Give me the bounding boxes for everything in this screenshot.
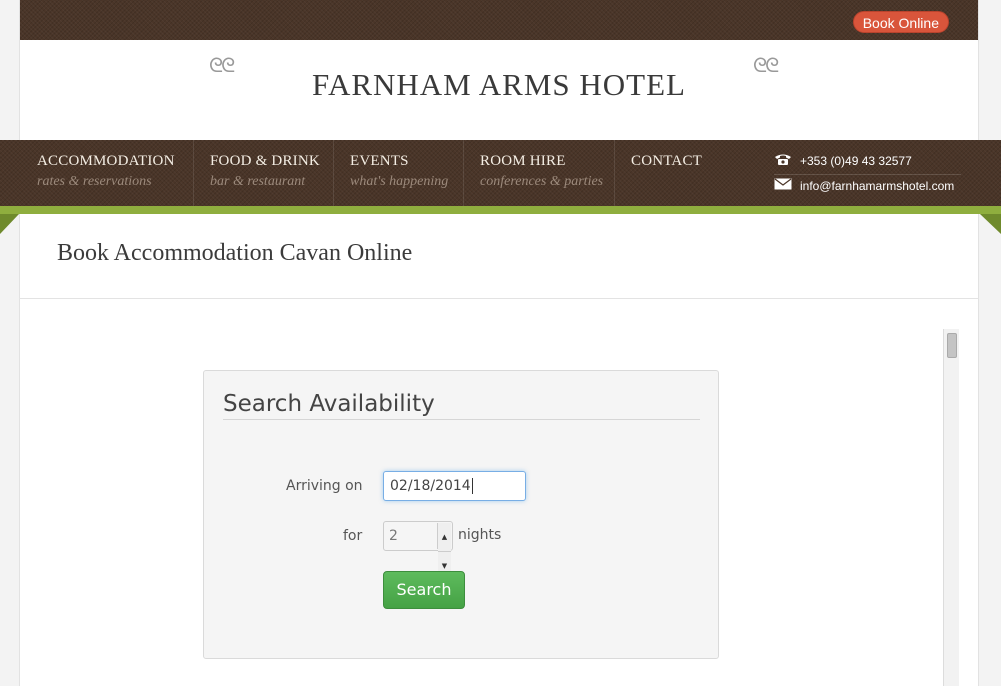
- heading-divider: [19, 298, 979, 299]
- ribbon-fold-right: [980, 214, 1001, 234]
- top-bar: Book Online: [20, 0, 978, 40]
- spin-up-icon[interactable]: ▲: [438, 523, 451, 552]
- nav-sublabel: conferences & parties: [480, 174, 604, 189]
- email-address: info@farnhamarmshotel.com: [800, 178, 955, 193]
- nav-sublabel: what's happening: [350, 174, 449, 189]
- contact-phone[interactable]: +353 (0)49 43 32577: [774, 153, 912, 168]
- contact-divider: [774, 174, 961, 175]
- nav-label: ROOM HIRE: [480, 153, 566, 169]
- nights-value: 2: [389, 528, 398, 544]
- page-title: Book Accommodation Cavan Online: [57, 240, 413, 266]
- nights-stepper[interactable]: 2 ▲ ▼: [383, 521, 453, 580]
- arriving-label: Arriving on: [286, 478, 363, 494]
- arrival-date-value: 02/18/2014: [390, 478, 471, 494]
- arrival-date-input[interactable]: 02/18/2014: [383, 471, 526, 501]
- search-availability-panel: Search Availability Arriving on 02/18/20…: [203, 370, 719, 659]
- panel-title: Search Availability: [223, 391, 700, 420]
- green-ribbon: [0, 206, 1001, 214]
- main-navbar: ACCOMMODATION rates & reservations FOOD …: [0, 140, 1001, 206]
- nav-label: CONTACT: [631, 153, 703, 169]
- nav-item-events[interactable]: EVENTS what's happening: [334, 140, 464, 206]
- nav-item-contact[interactable]: CONTACT: [615, 140, 735, 206]
- contact-email[interactable]: info@farnhamarmshotel.com: [774, 178, 954, 193]
- nav-sublabel: rates & reservations: [37, 174, 152, 189]
- text-caret: [471, 478, 473, 494]
- hotel-logo-title[interactable]: FARNHAM ARMS HOTEL: [20, 67, 978, 103]
- nav-item-accommodation[interactable]: ACCOMMODATION rates & reservations: [21, 140, 194, 206]
- phone-icon: [774, 153, 792, 168]
- nav-label: EVENTS: [350, 153, 409, 169]
- scrollbar-thumb[interactable]: [947, 333, 957, 358]
- nav-label: ACCOMMODATION: [37, 153, 175, 169]
- nav-item-room-hire[interactable]: ROOM HIRE conferences & parties: [464, 140, 615, 206]
- book-online-button[interactable]: Book Online: [852, 11, 949, 33]
- phone-number: +353 (0)49 43 32577: [800, 153, 912, 168]
- mail-icon: [774, 178, 792, 193]
- nights-spinner: ▲ ▼: [437, 523, 451, 580]
- for-label: for: [343, 528, 363, 544]
- nav-sublabel: bar & restaurant: [210, 174, 306, 189]
- nav-label: FOOD & DRINK: [210, 153, 320, 169]
- iframe-scrollbar[interactable]: [943, 329, 959, 686]
- search-button[interactable]: Search: [383, 571, 465, 609]
- nights-label: nights: [458, 527, 502, 543]
- nav-item-food-drink[interactable]: FOOD & DRINK bar & restaurant: [194, 140, 334, 206]
- ribbon-fold-left: [0, 214, 19, 234]
